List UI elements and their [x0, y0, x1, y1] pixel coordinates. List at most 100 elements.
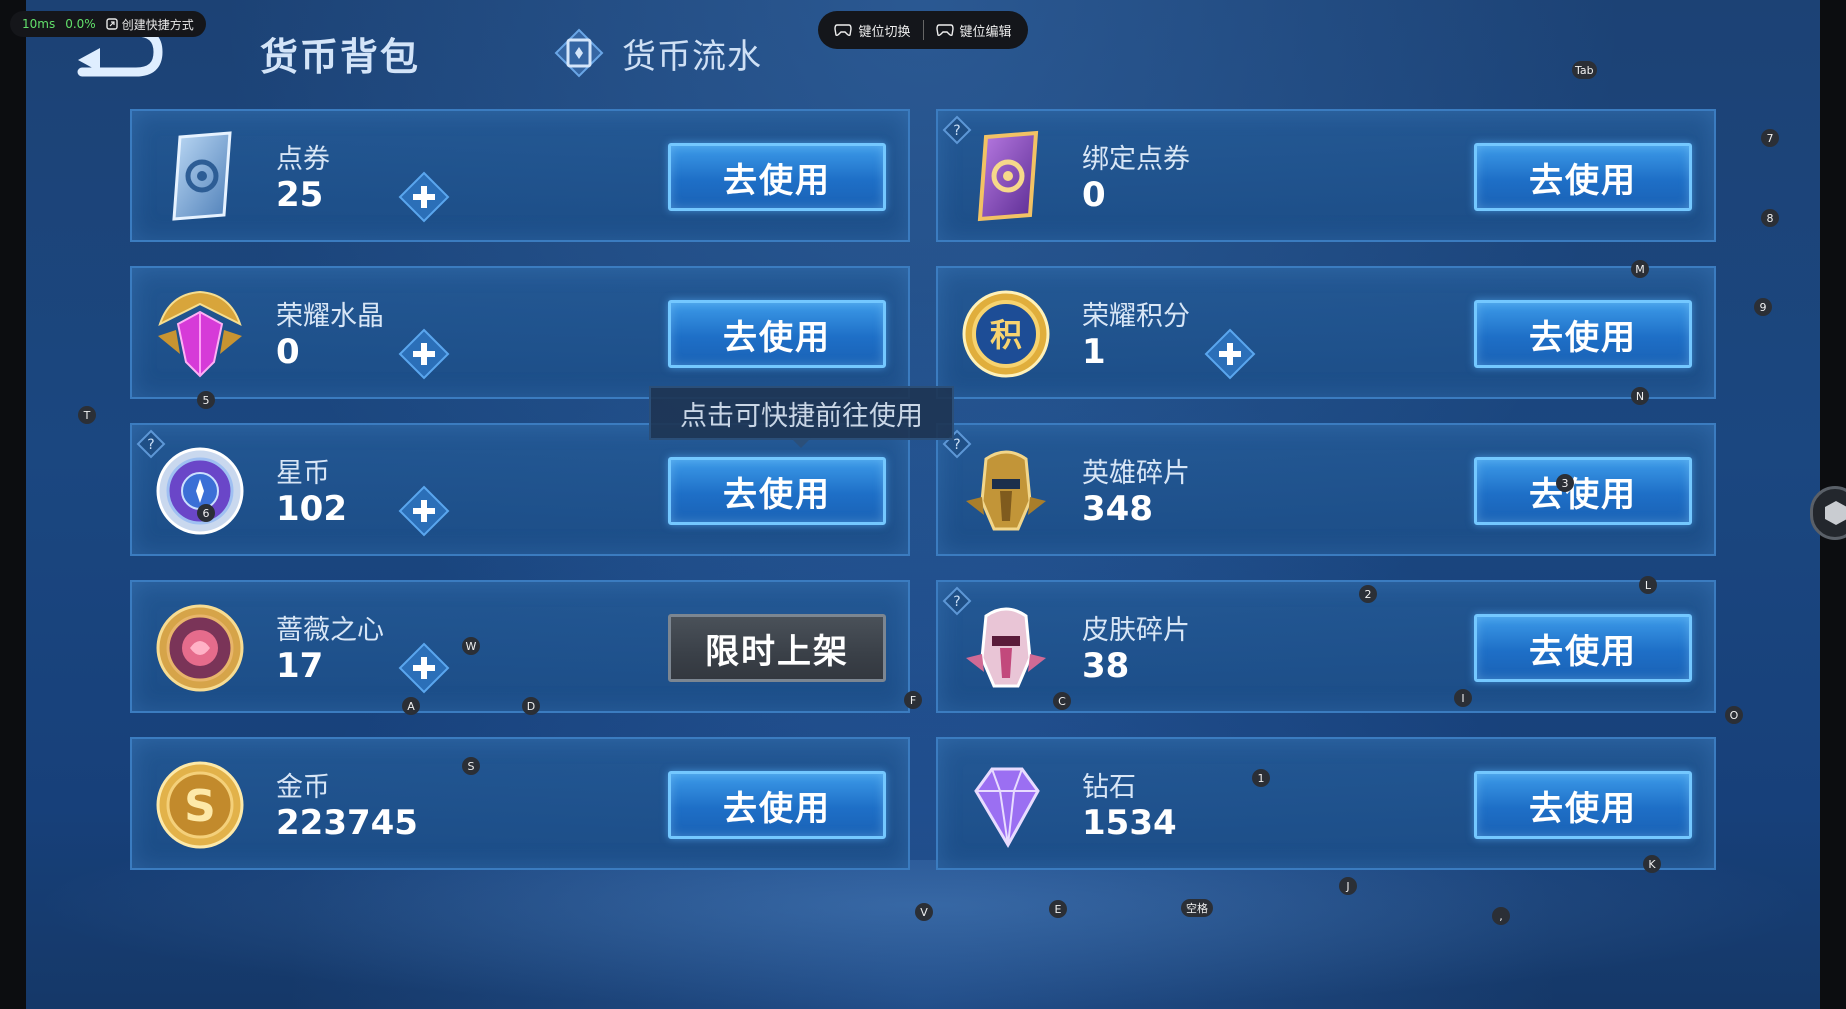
currency-card-glory-crystal: 荣耀水晶 0 去使用	[130, 266, 910, 399]
key-hint: 9	[1754, 298, 1772, 316]
currency-name: 蔷薇之心	[276, 615, 384, 646]
key-hint: 7	[1761, 129, 1779, 147]
add-glory-crystal-plus-icon[interactable]	[398, 328, 450, 380]
key-hint: N	[1631, 387, 1649, 405]
key-hint: E	[1049, 900, 1067, 918]
voucher-card-icon	[172, 131, 232, 221]
currency-amount: 223745	[276, 803, 418, 843]
key-hint: C	[1053, 692, 1071, 710]
currency-card-diamond: 钻石 1534 去使用	[936, 737, 1716, 870]
limited-time-button[interactable]: 限时上架	[668, 614, 886, 682]
currency-amount: 17	[276, 646, 324, 686]
ledger-icon	[554, 28, 604, 78]
gamepad-icon	[834, 24, 853, 37]
currency-amount: 102	[276, 489, 347, 529]
shortcut-icon	[106, 18, 118, 30]
rose-heart-icon	[156, 604, 244, 692]
currency-amount: 348	[1082, 489, 1153, 529]
key-hint: K	[1643, 855, 1661, 873]
star-coin-icon	[156, 447, 244, 535]
currency-amount: 1534	[1082, 803, 1177, 843]
key-hint: Tab	[1572, 61, 1597, 79]
star-coin-use-button[interactable]: 去使用	[668, 457, 886, 525]
key-hint: A	[402, 697, 420, 715]
add-glory-points-plus-icon[interactable]	[1204, 328, 1256, 380]
currency-card-bound-voucher: ? 绑定点券 0 去使用	[936, 109, 1716, 242]
key-hint: ,	[1492, 907, 1510, 925]
key-hint: W	[462, 637, 480, 655]
key-hint: L	[1639, 576, 1657, 594]
currency-card-skin-fragment: ? 皮肤碎片 38 去使用	[936, 580, 1716, 713]
add-star-coin-plus-icon[interactable]	[398, 485, 450, 537]
currency-amount: 38	[1082, 646, 1130, 686]
gold-coin-icon: S	[156, 761, 244, 849]
key-hint: 6	[197, 504, 215, 522]
diamond-icon	[974, 767, 1040, 849]
currency-name: 金币	[276, 772, 330, 803]
currency-amount: 1	[1082, 332, 1106, 372]
key-hint: 5	[197, 391, 215, 409]
key-mapping-toolbar: 键位切换 键位编辑	[818, 11, 1028, 49]
key-hint: D	[522, 697, 540, 715]
tab-currency-ledger[interactable]: 货币流水	[554, 28, 762, 78]
skin-fragment-use-button[interactable]: 去使用	[1474, 614, 1692, 682]
hero-fragment-icon	[966, 450, 1046, 531]
key-hint: M	[1631, 260, 1649, 278]
currency-name: 荣耀水晶	[276, 301, 384, 332]
currency-name: 皮肤碎片	[1082, 615, 1190, 646]
latency-value: 10ms	[22, 17, 56, 31]
svg-text:S: S	[184, 781, 216, 832]
key-hint: I	[1454, 689, 1472, 707]
ledger-tab-label: 货币流水	[622, 36, 762, 77]
add-voucher-plus-icon[interactable]	[398, 171, 450, 223]
key-hint: 8	[1761, 209, 1779, 227]
svg-text:积: 积	[990, 316, 1022, 354]
key-hint: T	[78, 406, 96, 424]
gamepad-icon	[935, 24, 954, 37]
key-hint: 1	[1252, 769, 1270, 787]
add-rose-heart-plus-icon[interactable]	[398, 642, 450, 694]
quick-use-tooltip: 点击可快捷前往使用	[649, 386, 954, 448]
hexagon-icon	[1825, 501, 1846, 525]
currency-card-rose-heart: 蔷薇之心 17 限时上架	[130, 580, 910, 713]
hero-fragment-use-button[interactable]: 去使用	[1474, 457, 1692, 525]
create-shortcut-button[interactable]: 创建快捷方式	[106, 16, 194, 33]
key-edit-label: 键位编辑	[959, 24, 1012, 40]
currency-card-gold-coin: S 金币 223745 去使用	[130, 737, 910, 870]
key-edit-button[interactable]: 键位编辑	[935, 21, 1012, 40]
currency-amount: 25	[276, 175, 324, 215]
currency-name: 英雄碎片	[1082, 458, 1190, 489]
key-hint: 2	[1359, 585, 1377, 603]
currency-name: 荣耀积分	[1082, 301, 1190, 332]
key-hint: 3	[1556, 474, 1574, 492]
skin-fragment-icon	[966, 607, 1046, 688]
game-screen: 货币背包 货币流水 点券 25 去使用 ? 绑定点券 0 去使用 荣耀水晶 0 …	[26, 0, 1820, 1009]
glory-crystal-use-button[interactable]: 去使用	[668, 300, 886, 368]
diamond-use-button[interactable]: 去使用	[1474, 771, 1692, 839]
key-hint: V	[915, 903, 933, 921]
currency-name: 点券	[276, 144, 330, 175]
key-switch-button[interactable]: 键位切换	[834, 21, 911, 40]
glory-points-icon: 积	[962, 290, 1050, 378]
voucher-use-button[interactable]: 去使用	[668, 143, 886, 211]
bound-voucher-card-icon	[977, 130, 1039, 222]
currency-card-voucher: 点券 25 去使用	[130, 109, 910, 242]
key-hint: 空格	[1181, 899, 1213, 917]
currency-name: 钻石	[1082, 772, 1136, 803]
currency-name: 星币	[276, 458, 330, 489]
key-hint: J	[1339, 877, 1357, 895]
currency-amount: 0	[1082, 175, 1106, 215]
glory-crystal-icon	[158, 290, 242, 378]
gold-coin-use-button[interactable]: 去使用	[668, 771, 886, 839]
toolbar-divider	[922, 20, 924, 40]
currency-card-glory-points: 积 荣耀积分 1 去使用	[936, 266, 1716, 399]
key-hint: S	[462, 757, 480, 775]
create-shortcut-label: 创建快捷方式	[121, 17, 194, 32]
bound-voucher-use-button[interactable]: 去使用	[1474, 143, 1692, 211]
key-hint: F	[904, 691, 922, 709]
glory-points-use-button[interactable]: 去使用	[1474, 300, 1692, 368]
key-switch-label: 键位切换	[858, 24, 911, 40]
packet-loss-value: 0.0%	[65, 17, 96, 31]
currency-amount: 0	[276, 332, 300, 372]
performance-overlay: 10ms 0.0% 创建快捷方式	[10, 11, 206, 37]
